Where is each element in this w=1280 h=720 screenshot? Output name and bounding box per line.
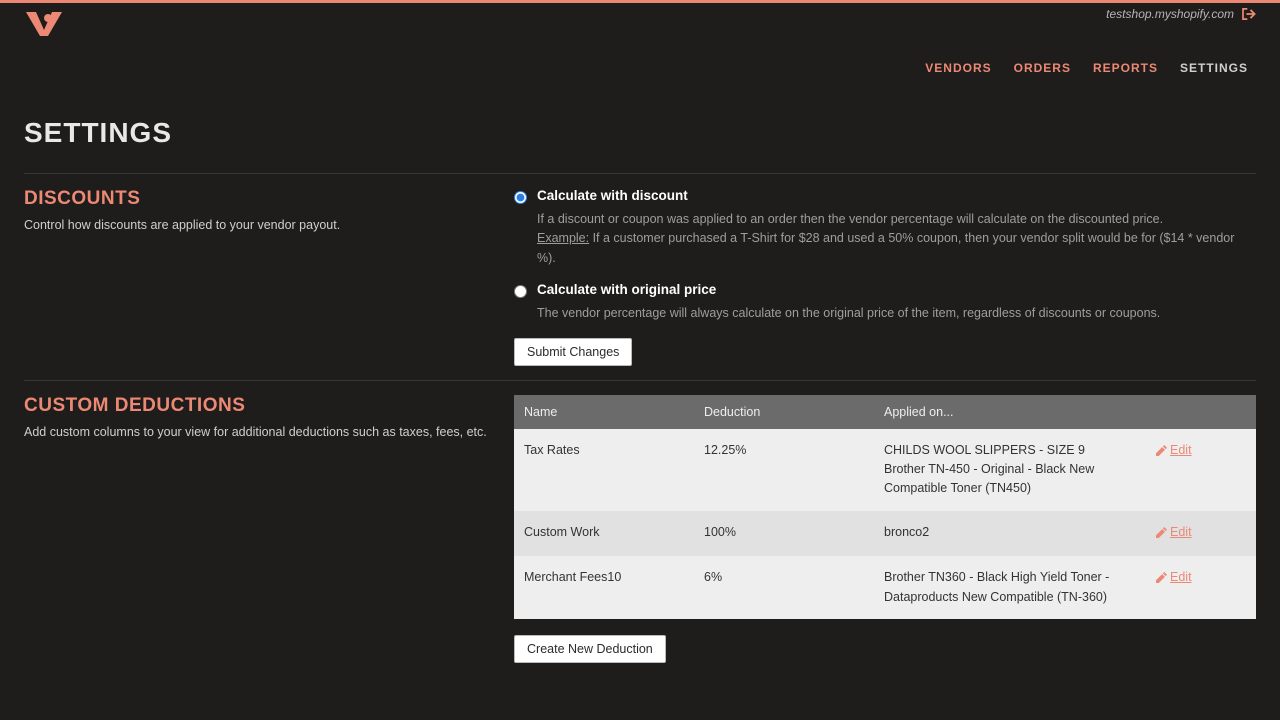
edit-link[interactable]: Edit — [1156, 523, 1192, 542]
nav-settings[interactable]: SETTINGS — [1180, 61, 1248, 75]
discounts-heading: DISCOUNTS — [24, 188, 514, 210]
cell-deduction: 100% — [694, 511, 874, 557]
discounts-section: DISCOUNTS Control how discounts are appl… — [24, 188, 1256, 366]
deductions-section: CUSTOM DEDUCTIONS Add custom columns to … — [24, 395, 1256, 663]
radio-with-discount-label: Calculate with discount — [537, 188, 688, 203]
deductions-heading: CUSTOM DEDUCTIONS — [24, 395, 514, 417]
radio-original-price-label: Calculate with original price — [537, 282, 716, 297]
divider — [24, 380, 1256, 381]
table-row: Custom Work100%bronco2 Edit — [514, 511, 1256, 557]
cell-deduction: 12.25% — [694, 429, 874, 511]
table-row: Merchant Fees106%Brother TN360 - Black H… — [514, 556, 1256, 619]
edit-link[interactable]: Edit — [1156, 441, 1192, 460]
shop-domain-label: testshop.myshopify.com — [1106, 7, 1234, 21]
edit-link[interactable]: Edit — [1156, 568, 1192, 587]
radio-with-discount[interactable] — [514, 191, 527, 204]
nav-reports[interactable]: REPORTS — [1093, 61, 1158, 75]
table-row: Tax Rates12.25%CHILDS WOOL SLIPPERS - SI… — [514, 429, 1256, 511]
nav-vendors[interactable]: VENDORS — [925, 61, 991, 75]
logout-icon[interactable] — [1242, 8, 1256, 20]
radio-original-price-desc: The vendor percentage will always calcul… — [537, 304, 1256, 323]
col-header-name: Name — [514, 395, 694, 429]
create-new-deduction-button[interactable]: Create New Deduction — [514, 635, 666, 663]
deductions-description: Add custom columns to your view for addi… — [24, 423, 514, 442]
cell-applied-on: bronco2 — [874, 511, 1146, 557]
main-nav: VENDORS ORDERS REPORTS SETTINGS — [0, 21, 1280, 95]
cell-name: Merchant Fees10 — [514, 556, 694, 619]
cell-applied-on: CHILDS WOOL SLIPPERS - SIZE 9 Brother TN… — [874, 429, 1146, 511]
col-header-edit — [1146, 395, 1256, 429]
page-title: SETTINGS — [24, 117, 1256, 149]
divider — [24, 173, 1256, 174]
cell-edit: Edit — [1146, 556, 1256, 619]
cell-applied-on: Brother TN360 - Black High Yield Toner -… — [874, 556, 1146, 619]
radio-original-price[interactable] — [514, 285, 527, 298]
cell-edit: Edit — [1146, 511, 1256, 557]
cell-deduction: 6% — [694, 556, 874, 619]
col-header-deduction: Deduction — [694, 395, 874, 429]
cell-name: Tax Rates — [514, 429, 694, 511]
radio-with-discount-desc: If a discount or coupon was applied to a… — [537, 210, 1256, 268]
brand-logo[interactable] — [24, 10, 64, 41]
cell-edit: Edit — [1146, 429, 1256, 511]
cell-name: Custom Work — [514, 511, 694, 557]
deductions-table: Name Deduction Applied on... Tax Rates12… — [514, 395, 1256, 619]
nav-orders[interactable]: ORDERS — [1014, 61, 1071, 75]
discounts-description: Control how discounts are applied to you… — [24, 216, 514, 235]
submit-changes-button[interactable]: Submit Changes — [514, 338, 632, 366]
col-header-applied-on: Applied on... — [874, 395, 1146, 429]
